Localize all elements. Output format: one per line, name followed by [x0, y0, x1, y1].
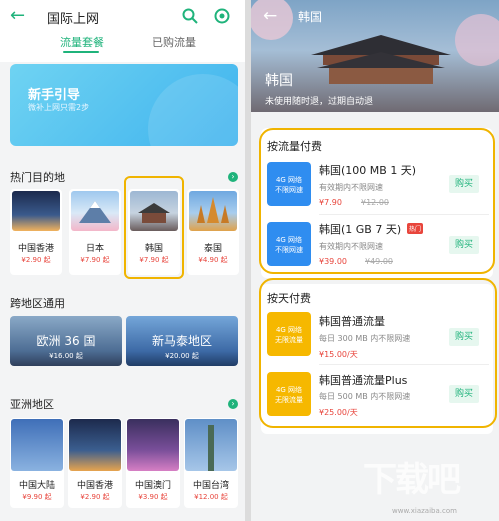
- asia-name: 中国澳门: [134, 481, 171, 491]
- destination-card[interactable]: 中国香港 ¥2.90 起: [10, 189, 62, 275]
- macau-image: [127, 419, 179, 471]
- korea-highlight-box: [124, 176, 184, 279]
- asia-card[interactable]: 中国香港 ¥2.90 起: [68, 418, 122, 508]
- mainland-image: [11, 419, 63, 471]
- left-screen: ← 国际上网 流量套餐 已购流量 新手引导 微补上网只需2步 热门目的地 › 中…: [0, 0, 245, 521]
- asia-name: 中国香港: [76, 481, 113, 491]
- guide-banner[interactable]: 新手引导 微补上网只需2步: [10, 64, 238, 146]
- korea-hero: ← 韩国 韩国 未使用随时退，过期自动退: [251, 0, 499, 112]
- asia-card[interactable]: 中国澳门 ¥3.90 起: [126, 418, 180, 508]
- asia-price: ¥12.00 起: [194, 493, 228, 501]
- tower-icon: [208, 425, 214, 471]
- region-card-europe[interactable]: 欧洲 36 国 ¥16.00 起: [10, 316, 122, 366]
- hot-section-title: 热门目的地: [10, 171, 65, 184]
- taiwan-image: [185, 419, 237, 471]
- asia-name: 中国台湾: [192, 481, 229, 491]
- region-price: ¥16.00 起: [49, 352, 83, 360]
- destination-name: 日本: [85, 244, 104, 254]
- watermark-logo: 下载吧: [363, 460, 461, 500]
- asia-card[interactable]: 中国大陆 ¥9.90 起: [10, 418, 64, 508]
- hot-more-icon[interactable]: ›: [228, 172, 238, 182]
- banner-decoration: [148, 74, 238, 146]
- page-title: 国际上网: [47, 12, 100, 27]
- destination-name: 中国香港: [17, 244, 54, 254]
- right-screen: ← 韩国 韩国 未使用随时退，过期自动退 按流量付费 4G 网络 不限网速 韩国…: [251, 0, 499, 521]
- asia-card[interactable]: 中国台湾 ¥12.00 起: [184, 418, 238, 508]
- region-price: ¥20.00 起: [165, 352, 199, 360]
- tab-data-plans[interactable]: 流量套餐: [60, 34, 104, 50]
- region-section-title: 跨地区通用: [10, 297, 65, 310]
- watermark-url: www.xiazaiba.com: [392, 507, 457, 515]
- page-title: 韩国: [298, 10, 323, 24]
- search-icon[interactable]: [182, 8, 198, 24]
- tab-purchased[interactable]: 已购流量: [152, 34, 196, 50]
- destination-price: ¥4.90 起: [198, 256, 228, 264]
- japan-image: [71, 191, 119, 231]
- asia-name: 中国大陆: [18, 481, 55, 491]
- banner-title: 新手引导: [28, 88, 81, 103]
- destination-price: ¥7.90 起: [80, 256, 110, 264]
- back-arrow-icon[interactable]: ←: [10, 6, 30, 26]
- region-name: 欧洲 36 国: [36, 334, 96, 348]
- destination-name: 泰国: [203, 244, 222, 254]
- by-data-highlight-box: [259, 128, 495, 274]
- asia-price: ¥9.90 起: [22, 493, 52, 501]
- destination-card[interactable]: 日本 ¥7.90 起: [69, 189, 121, 275]
- hongkong-image: [69, 419, 121, 471]
- asia-more-icon[interactable]: ›: [228, 399, 238, 409]
- thailand-image: [189, 191, 237, 231]
- asia-price: ¥2.90 起: [80, 493, 110, 501]
- mountain-icon: [79, 201, 111, 223]
- banner-subtitle: 微补上网只需2步: [28, 103, 90, 112]
- by-day-highlight-box: [259, 278, 497, 428]
- asia-section-title: 亚洲地区: [10, 398, 54, 411]
- region-card-sea[interactable]: 新马泰地区 ¥20.00 起: [126, 316, 238, 366]
- destination-price: ¥2.90 起: [21, 256, 51, 264]
- tab-indicator: [63, 51, 99, 53]
- hongkong-image: [12, 191, 60, 231]
- top-bar: ← 国际上网 流量套餐 已购流量: [0, 0, 245, 62]
- settings-icon[interactable]: [214, 8, 230, 24]
- destination-card[interactable]: 泰国 ¥4.90 起: [187, 189, 239, 275]
- asia-price: ¥3.90 起: [138, 493, 168, 501]
- back-arrow-icon[interactable]: ←: [263, 6, 277, 26]
- temple-icon: [197, 197, 229, 223]
- hero-subtitle: 未使用随时退，过期自动退: [265, 97, 374, 107]
- region-name: 新马泰地区: [151, 334, 212, 348]
- hero-title: 韩国: [265, 73, 293, 89]
